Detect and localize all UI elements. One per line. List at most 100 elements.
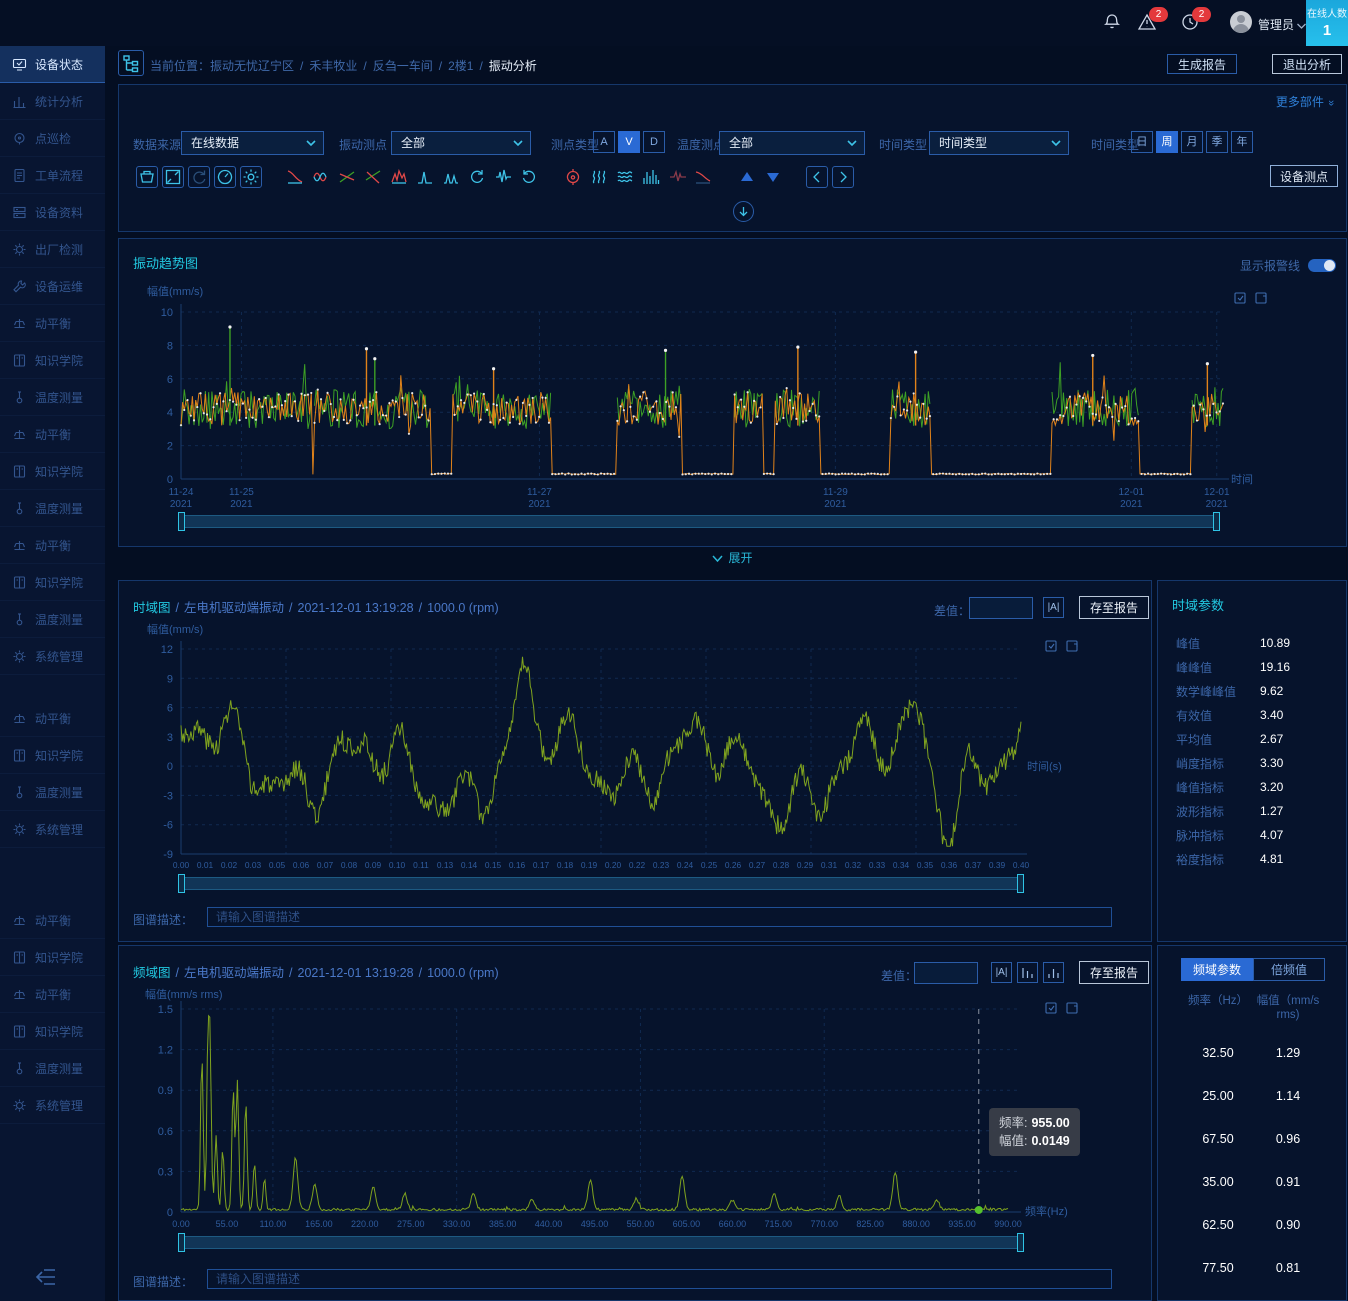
vibration-point-select[interactable]: 全部 xyxy=(391,131,531,155)
scatter-cross-alt-icon[interactable] xyxy=(362,166,384,188)
breadcrumb-item[interactable]: 禾丰牧业 xyxy=(309,59,357,73)
sidebar-item-动平衡[interactable]: 动平衡 xyxy=(0,976,105,1013)
collapse-sidebar-icon[interactable] xyxy=(32,1267,72,1289)
trend-chart[interactable]: 108642011-24202111-25202111-27202111-292… xyxy=(119,279,1348,511)
next-icon[interactable] xyxy=(832,166,854,188)
rotate-wave-icon[interactable] xyxy=(466,166,488,188)
sidebar-item-动平衡[interactable]: 动平衡 xyxy=(0,416,105,453)
double-peak-icon[interactable] xyxy=(388,166,410,188)
breadcrumb-item[interactable]: 振动无忧辽宁区 xyxy=(210,59,294,73)
sidebar-item-出厂检测[interactable]: 出厂检测 xyxy=(0,231,105,268)
sidebar-item-温度测量[interactable]: 温度测量 xyxy=(0,1050,105,1087)
warning-icon[interactable]: 2 xyxy=(1137,12,1159,34)
gauge-icon[interactable] xyxy=(214,166,236,188)
point-type-D[interactable]: D xyxy=(643,131,665,153)
sidebar-item-设备资料[interactable]: 设备资料 xyxy=(0,194,105,231)
point-type-V[interactable]: V xyxy=(618,131,640,153)
trend-range-slider-left-handle[interactable] xyxy=(178,512,185,531)
time-domain-chart[interactable]: 129630-3-6-9幅值(mm/s)时间(s)0.000.010.020.0… xyxy=(119,619,1153,875)
point-type-A[interactable]: A xyxy=(593,131,615,153)
time-granularity-周[interactable]: 周 xyxy=(1156,131,1178,153)
trend-range-slider-right-handle[interactable] xyxy=(1213,512,1220,531)
prev-icon[interactable] xyxy=(806,166,828,188)
freq-domain-chart[interactable]: 1.51.20.90.60.30幅值(mm/s rms)频率(Hz)0.0055… xyxy=(119,984,1153,1236)
sidebar-item-点巡检[interactable]: 点巡检 xyxy=(0,120,105,157)
scroll-down-icon[interactable] xyxy=(733,201,754,222)
sidebar-item-知识学院[interactable]: 知识学院 xyxy=(0,564,105,601)
sidebar-item-统计分析[interactable]: 统计分析 xyxy=(0,83,105,120)
freq-range-slider[interactable] xyxy=(181,1236,1021,1249)
up-icon[interactable] xyxy=(736,166,758,188)
time-granularity-日[interactable]: 日 xyxy=(1131,131,1153,153)
sidebar-item-知识学院[interactable]: 知识学院 xyxy=(0,737,105,774)
rotate-icon[interactable] xyxy=(188,166,210,188)
user-menu[interactable]: 管理员 xyxy=(1258,16,1306,33)
sidebar-item-知识学院[interactable]: 知识学院 xyxy=(0,342,105,379)
online-count-box[interactable]: 在线人数 1 xyxy=(1306,0,1348,46)
more-widgets-link[interactable]: 更多部件» xyxy=(1276,93,1334,110)
save-to-report-button[interactable]: 存至报告 xyxy=(1079,596,1149,619)
sidebar-item-动平衡[interactable]: 动平衡 xyxy=(0,527,105,564)
sidebar-item-动平衡[interactable]: 动平衡 xyxy=(0,305,105,342)
expand-button[interactable]: 展开 xyxy=(118,549,1347,577)
trend-down-icon[interactable] xyxy=(692,166,714,188)
spectrum-bars-icon[interactable] xyxy=(640,166,662,188)
diff-value-input[interactable] xyxy=(914,962,978,984)
sidebar-item-知识学院[interactable]: 知识学院 xyxy=(0,453,105,490)
sidebar-item-设备状态[interactable]: 设备状态 xyxy=(0,46,105,83)
sidebar-item-知识学院[interactable]: 知识学院 xyxy=(0,1013,105,1050)
pulse-wave-icon[interactable] xyxy=(492,166,514,188)
sidebar-item-知识学院[interactable]: 知识学院 xyxy=(0,939,105,976)
time-granularity-季[interactable]: 季 xyxy=(1206,131,1228,153)
breadcrumb-item[interactable]: 振动分析 xyxy=(489,59,537,73)
time-type-select[interactable]: 时间类型 xyxy=(929,131,1069,155)
triple-wave-icon[interactable] xyxy=(588,166,610,188)
time-desc-input[interactable] xyxy=(207,907,1112,927)
sidebar-item-动平衡[interactable]: 动平衡 xyxy=(0,902,105,939)
exit-analysis-button[interactable]: 退出分析 xyxy=(1272,54,1342,74)
scatter-cross-icon[interactable] xyxy=(336,166,358,188)
time-range-slider-right-handle[interactable] xyxy=(1017,874,1024,893)
sidebar-item-温度测量[interactable]: 温度测量 xyxy=(0,601,105,638)
freq-desc-input[interactable] xyxy=(207,1269,1112,1289)
sidebar-item-设备运维[interactable]: 设备运维 xyxy=(0,268,105,305)
alarm-toggle[interactable] xyxy=(1308,259,1336,272)
sidebar-item-温度测量[interactable]: 温度测量 xyxy=(0,379,105,416)
breadcrumb-item[interactable]: 反刍一车间 xyxy=(373,59,433,73)
envelope-wave-icon[interactable] xyxy=(310,166,332,188)
freq-range-slider-right-handle[interactable] xyxy=(1017,1233,1024,1252)
tab-倍频值[interactable]: 倍频值 xyxy=(1253,958,1325,981)
orbit-point-icon[interactable] xyxy=(562,166,584,188)
single-peak-icon[interactable] xyxy=(414,166,436,188)
heartbeat-icon[interactable] xyxy=(666,166,688,188)
save-to-report-button[interactable]: 存至报告 xyxy=(1079,961,1149,984)
sidebands-bars-icon[interactable] xyxy=(1043,962,1064,983)
time-granularity-年[interactable]: 年 xyxy=(1231,131,1253,153)
sidebar-item-工单流程[interactable]: 工单流程 xyxy=(0,157,105,194)
freq-range-slider-left-handle[interactable] xyxy=(178,1233,185,1252)
harmonics-bars-icon[interactable] xyxy=(1017,962,1038,983)
amplitude-mark-icon[interactable]: |A| xyxy=(1043,597,1064,618)
sidebar-item-系统管理[interactable]: 系统管理 xyxy=(0,638,105,675)
waterfall-icon[interactable] xyxy=(614,166,636,188)
bell-icon[interactable] xyxy=(1102,12,1124,34)
time-granularity-月[interactable]: 月 xyxy=(1181,131,1203,153)
temp-point-select[interactable]: 全部 xyxy=(719,131,865,155)
time-range-slider[interactable] xyxy=(181,877,1021,890)
device-tree-button[interactable] xyxy=(118,50,144,76)
generate-report-button[interactable]: 生成报告 xyxy=(1167,54,1237,74)
data-source-select[interactable]: 在线数据 xyxy=(181,131,324,155)
down-icon[interactable] xyxy=(762,166,784,188)
tab-频域参数[interactable]: 频域参数 xyxy=(1181,958,1253,981)
trend-range-slider[interactable] xyxy=(181,515,1217,528)
avatar[interactable] xyxy=(1230,11,1252,33)
undo-icon[interactable] xyxy=(518,166,540,188)
sidebar-item-温度测量[interactable]: 温度测量 xyxy=(0,490,105,527)
step-curve-icon[interactable] xyxy=(284,166,306,188)
sidebar-item-系统管理[interactable]: 系统管理 xyxy=(0,811,105,848)
sidebar-item-温度测量[interactable]: 温度测量 xyxy=(0,774,105,811)
diff-value-input[interactable] xyxy=(969,597,1033,619)
cart-icon[interactable] xyxy=(136,166,158,188)
history-clock-icon[interactable]: 2 xyxy=(1180,12,1202,34)
sidebar-item-动平衡[interactable]: 动平衡 xyxy=(0,700,105,737)
